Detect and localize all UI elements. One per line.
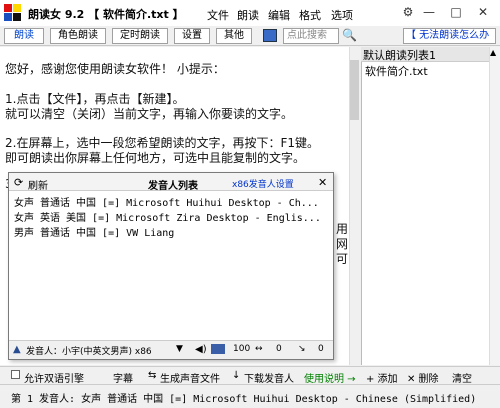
delete-button[interactable]: ✕ 删除: [407, 370, 439, 385]
tab-other[interactable]: 其他: [216, 28, 252, 44]
volume-bar-icon: [211, 344, 225, 354]
search-input[interactable]: 点此搜索: [283, 28, 339, 44]
generate-audio-button[interactable]: 生成声音文件: [160, 370, 220, 385]
settings-icon[interactable]: ⚙: [399, 4, 417, 20]
pitch-icon: ↘: [298, 344, 306, 354]
subtitle-button[interactable]: 字幕: [113, 370, 133, 385]
editor-line-partial: 可: [336, 252, 349, 266]
menu-format[interactable]: 格式: [299, 7, 321, 23]
help-notice-link[interactable]: 【 无法朗读怎么办: [403, 28, 496, 44]
popup-close-icon[interactable]: ✕: [318, 176, 327, 189]
window-title: 朗读女 9.2 【 软件简介.txt 】: [28, 8, 184, 21]
image-icon[interactable]: [263, 29, 277, 42]
speaker-volume-icon: ◀): [195, 344, 207, 355]
tab-settings[interactable]: 设置: [174, 28, 210, 44]
tab-role-read[interactable]: 角色朗读: [50, 28, 106, 44]
person-icon: ▲: [13, 344, 21, 355]
editor-line: 就可以清空（关闭）当前文字，再输入你要读的文字。: [5, 107, 294, 121]
clear-button[interactable]: 清空: [452, 370, 472, 385]
menu-edit[interactable]: 编辑: [268, 7, 290, 23]
user-guide-link[interactable]: 使用说明 →: [304, 370, 356, 385]
dropdown-icon[interactable]: ▼: [176, 344, 183, 354]
app-logo: [4, 4, 21, 21]
refresh-icon[interactable]: ⟳: [14, 176, 23, 189]
popup-title: 发音人列表: [148, 181, 198, 192]
playlist-panel: [361, 47, 500, 365]
voice-item[interactable]: 女声 英语 美国 [=] Microsoft Zira Desktop - En…: [14, 209, 321, 224]
editor-line: 即可朗读出你屏幕上任何地方，可选中且能复制的文字。: [5, 151, 306, 165]
speed-icon: ↔: [255, 344, 263, 354]
tab-timed-read[interactable]: 定时朗读: [112, 28, 168, 44]
tab-read[interactable]: 朗读: [4, 28, 44, 44]
pitch-value[interactable]: 0: [318, 344, 324, 354]
editor-line: 您好，感谢您使用朗读女软件！ 小提示：: [5, 62, 225, 76]
close-button[interactable]: ✕: [474, 4, 492, 20]
dual-engine-label: 允许双语引擎: [24, 374, 84, 385]
scrollbar-thumb[interactable]: [350, 60, 359, 120]
playlist-scrollbar[interactable]: [489, 47, 500, 365]
refresh-button[interactable]: 刷新: [28, 177, 48, 192]
speed-value[interactable]: 0: [276, 344, 282, 354]
menu-read[interactable]: 朗读: [237, 7, 259, 23]
menu-options[interactable]: 选项: [331, 7, 353, 23]
scroll-up-icon[interactable]: ▲: [490, 48, 496, 57]
speaker-selector[interactable]: 发音人：小宇(中英文男声) x86: [26, 344, 152, 357]
maximize-button[interactable]: □: [447, 4, 465, 20]
minimize-button[interactable]: —: [420, 4, 438, 20]
voice-item[interactable]: 男声 普通话 中国 [=] VW Liang: [14, 224, 174, 239]
playlist-header[interactable]: 默认朗读列表1: [361, 47, 489, 62]
search-icon[interactable]: 🔍: [342, 28, 357, 42]
download-speaker-button[interactable]: 下载发音人: [244, 370, 294, 385]
add-button[interactable]: + 添加: [366, 370, 398, 385]
dual-engine-checkbox[interactable]: [11, 370, 20, 379]
voice-item[interactable]: 女声 普通话 中国 [=] Microsoft Huihui Desktop -…: [14, 194, 319, 209]
x86-settings-link[interactable]: x86发音人设置: [232, 177, 294, 190]
download-icon: ↓: [232, 370, 241, 381]
volume-value[interactable]: 100: [233, 344, 250, 354]
generate-audio-icon: ⇆: [148, 370, 157, 381]
status-text: 第 1 发音人: 女声 普通话 中国 [=] Microsoft Huihui …: [11, 394, 477, 405]
playlist-item[interactable]: 软件简介.txt: [365, 63, 428, 79]
menu-file[interactable]: 文件: [207, 7, 229, 23]
